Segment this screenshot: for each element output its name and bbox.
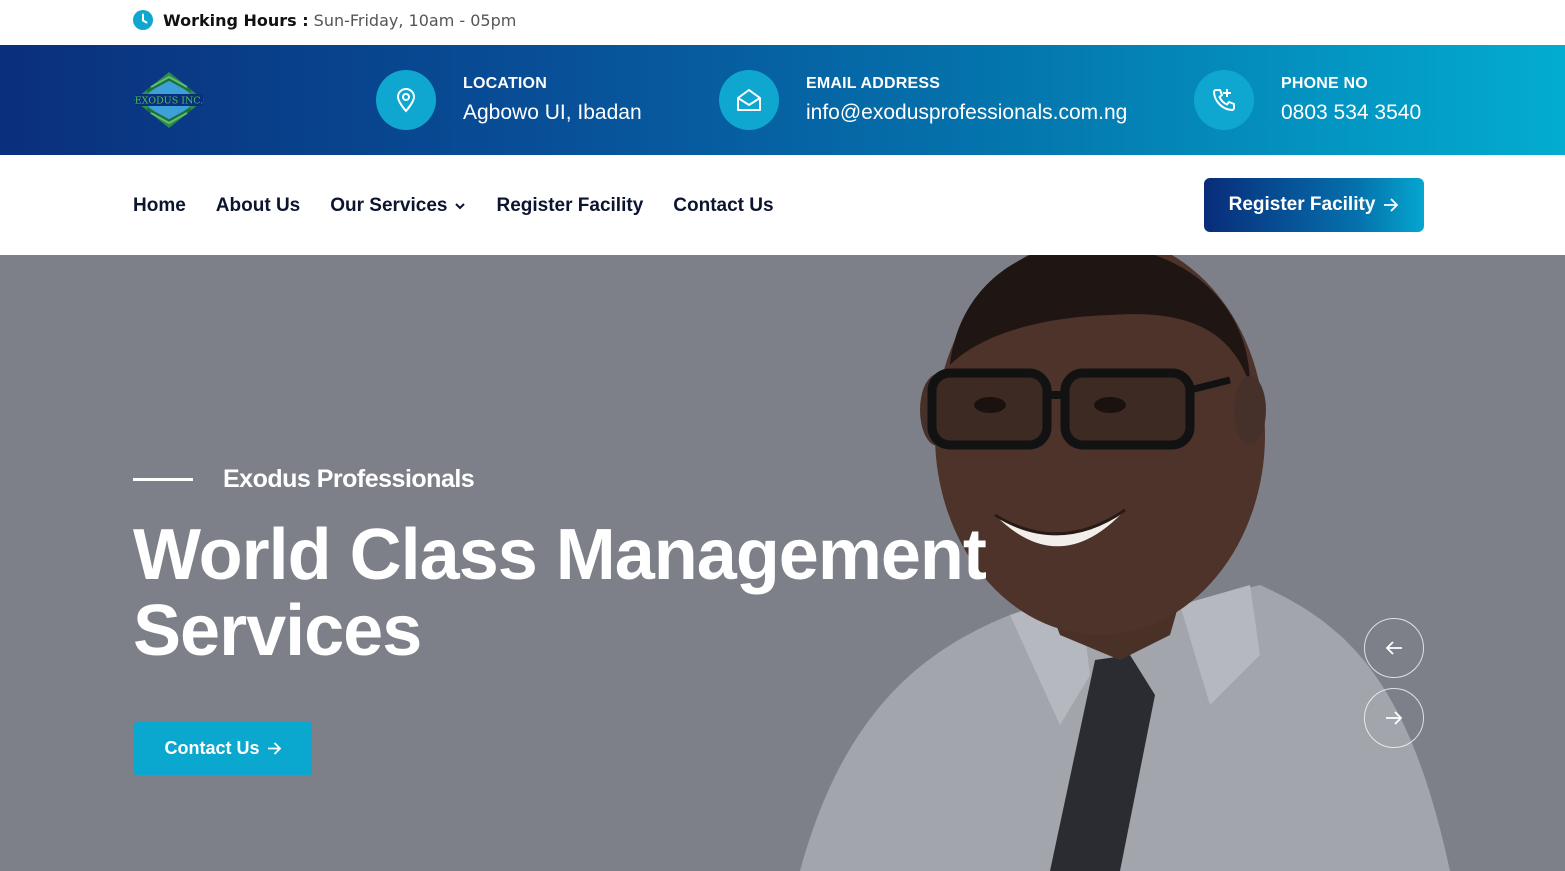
working-hours-label: Working Hours : [163,10,309,30]
exodus-logo[interactable]: EXODUS INC. [133,71,205,129]
phone-label: PHONE NO [1281,75,1368,92]
nav-item-our-services[interactable]: Our Services [330,195,466,217]
phone-value[interactable]: 0803 534 3540 [1281,101,1421,125]
working-hours-value: Sun-Friday, 10am - 05pm [313,10,517,30]
nav-item-about-us[interactable]: About Us [216,195,300,217]
phone-info: PHONE NO 0803 534 3540 [1194,70,1421,130]
nav-item-home[interactable]: Home [133,195,186,217]
envelope-open-icon [719,70,779,130]
eyebrow-line [133,478,193,481]
register-facility-button[interactable]: Register Facility [1204,178,1424,232]
register-facility-button-label: Register Facility [1228,194,1376,215]
location-value: Agbowo UI, Ibadan [463,101,642,124]
arrow-right-icon [267,742,281,755]
main-nav: Home About Us Our Services Register Faci… [0,155,1565,255]
arrow-right-icon [1384,198,1399,212]
hero-slider: Exodus Professionals World Class Managem… [0,255,1565,871]
hero-eyebrow: Exodus Professionals [133,465,475,494]
chevron-down-icon [455,203,466,210]
top-bar: Working Hours : Sun-Friday, 10am - 05pm [0,0,1565,45]
location-pin-icon [376,70,436,130]
hero-headline-line-1: World Class Management [133,515,987,595]
nav-item-our-services-label: Our Services [330,195,448,216]
contact-info-bar: EXODUS INC. LOCATION Agbowo UI, Ibadan E… [0,45,1565,155]
hero-eyebrow-text: Exodus Professionals [223,465,475,493]
email-label: EMAIL ADDRESS [806,75,941,92]
contact-us-button-label: Contact Us [164,738,260,758]
slider-prev-button[interactable] [1364,618,1424,678]
svg-text:EXODUS INC.: EXODUS INC. [135,96,204,107]
email-value[interactable]: info@exodusprofessionals.com.ng [806,101,1127,125]
location-info: LOCATION Agbowo UI, Ibadan [376,70,642,130]
nav-item-register-facility[interactable]: Register Facility [496,195,643,217]
location-label: LOCATION [463,75,547,92]
email-info: EMAIL ADDRESS info@exodusprofessionals.c… [719,70,1127,130]
nav-item-contact-us[interactable]: Contact Us [673,195,773,217]
hero-headline-line-2: Services [133,591,422,671]
arrow-right-icon [1386,711,1403,725]
arrow-left-icon [1385,641,1402,655]
hero-headline: World Class Management Services [133,517,1083,669]
contact-us-button[interactable]: Contact Us [134,722,312,775]
working-hours: Working Hours : Sun-Friday, 10am - 05pm [133,10,516,30]
clock-icon [133,10,153,30]
slider-next-button[interactable] [1364,688,1424,748]
nav-menu: Home About Us Our Services Register Faci… [133,195,804,217]
phone-icon [1194,70,1254,130]
